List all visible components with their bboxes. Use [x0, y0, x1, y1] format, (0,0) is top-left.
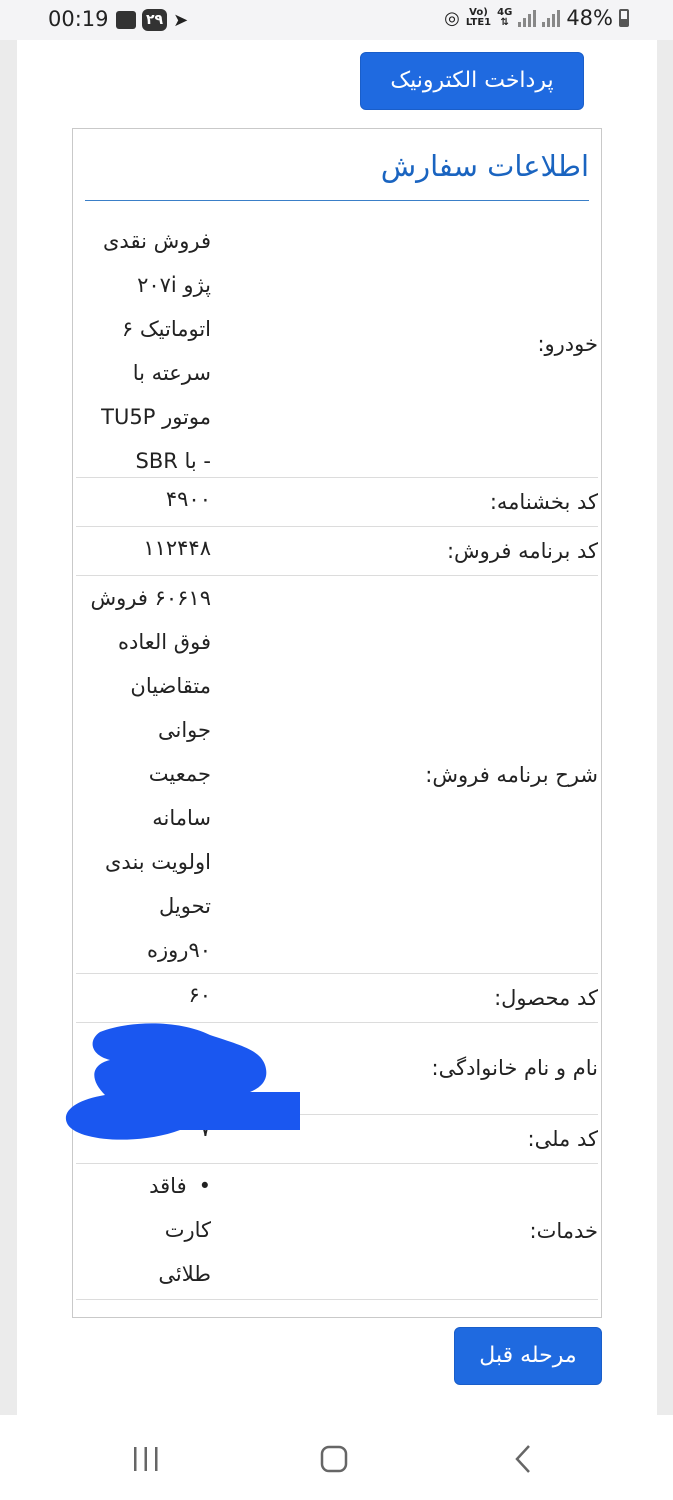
- national-id-label: کد ملی:: [527, 1127, 598, 1151]
- recent-apps-icon[interactable]: [125, 1439, 167, 1479]
- services-list-item: فاقد: [71, 1164, 211, 1208]
- previous-step-button[interactable]: مرحله قبل: [454, 1327, 602, 1385]
- car-label: خودرو:: [537, 332, 598, 356]
- row-circular-code: کد بخشنامه: ۴۹۰۰: [76, 478, 598, 527]
- row-product-code: کد محصول: ۶۰: [76, 974, 598, 1023]
- circular-code-value: ۴۹۰۰: [165, 487, 211, 511]
- gallery-icon: [116, 11, 136, 29]
- home-icon[interactable]: [313, 1439, 355, 1479]
- signal-2-icon: [542, 9, 561, 27]
- hotspot-icon: ◎: [444, 7, 460, 29]
- product-code-label: کد محصول:: [494, 986, 598, 1010]
- notification-badge: ۲۹: [142, 9, 168, 31]
- telegram-icon: ➤: [173, 9, 189, 31]
- services-value: فاقد کارت طلائی: [71, 1164, 211, 1296]
- page-content: پرداخت الکترونیک اطلاعات سفارش خودرو: فر…: [17, 40, 657, 1415]
- row-program-code: کد برنامه فروش: ۱۱۲۴۴۸: [76, 527, 598, 576]
- circular-code-label: کد بخشنامه:: [489, 490, 598, 514]
- battery-icon: [619, 9, 629, 27]
- row-services: خدمات: فاقد کارت طلائی: [76, 1164, 598, 1300]
- program-desc-label: شرح برنامه فروش:: [425, 763, 598, 787]
- back-icon[interactable]: [502, 1439, 544, 1479]
- battery-percent: 48%: [566, 6, 613, 30]
- status-bar: 00:19 ۲۹ ➤ ◎ Vo) LTE1 4G ⇅ 48%: [0, 0, 673, 40]
- clock: 00:19: [48, 7, 109, 31]
- redaction-scribble: [65, 1023, 300, 1140]
- program-code-value: ۱۱۲۴۴۸: [143, 536, 211, 560]
- network-type: 4G ⇅: [497, 7, 513, 28]
- navigation-bar: [0, 1415, 673, 1500]
- electronic-payment-button[interactable]: پرداخت الکترونیک: [360, 52, 584, 110]
- volte-indicator: Vo) LTE1: [465, 7, 492, 28]
- signal-1-icon: [518, 9, 537, 27]
- car-value: فروش نقدی پژو ۲۰۷i اتوماتیک ۶ سرعته با م…: [101, 229, 211, 473]
- services-label: خدمات:: [529, 1219, 599, 1243]
- program-desc-value: ۶۰۶۱۹ فروش فوق العاده متقاضیان جوانی جمع…: [90, 586, 211, 962]
- product-code-value: ۶۰: [188, 983, 211, 1007]
- title-divider: [85, 200, 589, 201]
- card-title: اطلاعات سفارش: [380, 149, 589, 183]
- row-program-desc: شرح برنامه فروش: ۶۰۶۱۹ فروش فوق العاده م…: [76, 576, 598, 974]
- row-car: خودرو: فروش نقدی پژو ۲۰۷i اتوماتیک ۶ سرع…: [76, 213, 598, 478]
- program-code-label: کد برنامه فروش:: [446, 539, 598, 563]
- full-name-label: نام و نام خانوادگی:: [431, 1056, 599, 1080]
